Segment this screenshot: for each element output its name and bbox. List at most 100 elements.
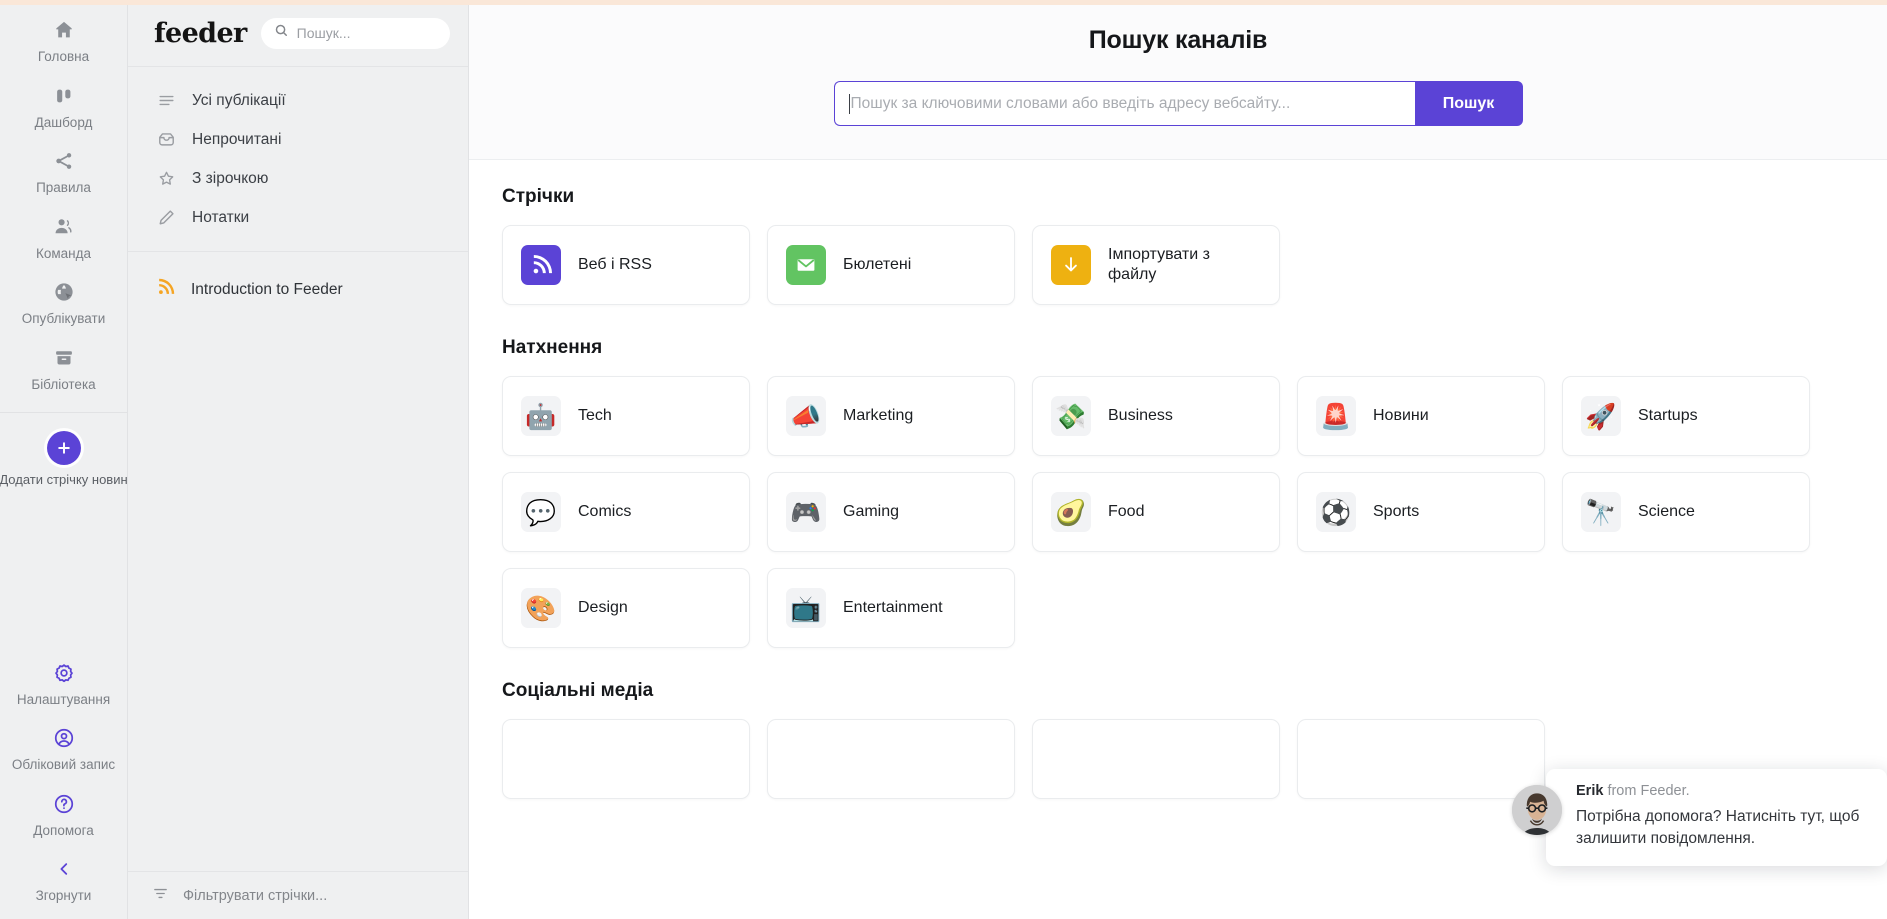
card-label: Marketing — [843, 407, 914, 424]
card-label: Веб і RSS — [578, 256, 652, 273]
card-label: Startups — [1638, 407, 1698, 424]
rail-item-dashboard[interactable]: Дашборд — [0, 74, 127, 140]
card-science[interactable]: 🔭 Science — [1562, 472, 1810, 552]
envelope-icon — [786, 245, 826, 285]
account-circle-icon — [53, 725, 75, 751]
rail-item-label: Дашборд — [34, 114, 93, 130]
card-label: Business — [1108, 407, 1173, 424]
top-accent-strip — [0, 0, 1887, 5]
soccer-ball-emoji-icon: ⚽ — [1316, 492, 1356, 532]
panel-nav: Усі публікації Непрочитані З зірочкою Но… — [128, 67, 468, 252]
add-feed-button[interactable]: Додати стрічку новин — [0, 413, 128, 497]
download-arrow-icon — [1051, 245, 1091, 285]
card-label: Entertainment — [843, 599, 943, 616]
publish-globe-icon — [53, 279, 75, 305]
rocket-emoji-icon: 🚀 — [1581, 396, 1621, 436]
library-archive-icon — [53, 345, 75, 371]
panel-search-input[interactable]: Пошук... — [260, 17, 450, 49]
panel-search-placeholder: Пошук... — [296, 25, 351, 41]
artist-palette-emoji-icon: 🎨 — [521, 588, 561, 628]
card-social-placeholder[interactable] — [1297, 719, 1545, 799]
panel-nav-unread[interactable]: Непрочитані — [128, 120, 468, 159]
card-grid: 🤖 Tech 📣 Marketing 💸 Business 🚨 Новини 🚀… — [502, 376, 1887, 648]
section-feeds: Стрічки Веб і RSS Бюлетені Імпортувати з… — [502, 186, 1887, 305]
rail-item-label: Правила — [36, 180, 91, 196]
search-icon — [274, 23, 289, 43]
card-entertainment[interactable]: 📺 Entertainment — [767, 568, 1015, 648]
section-inspiration: Натхнення 🤖 Tech 📣 Marketing 💸 Business — [502, 337, 1887, 648]
section-title: Натхнення — [502, 337, 603, 358]
rail-item-label: Налаштування — [16, 691, 111, 707]
robot-emoji-icon: 🤖 — [521, 396, 561, 436]
rail-bottom-group: Налаштування Обліковий запис Допомога Зг… — [0, 651, 127, 919]
panel-feed-list: Introduction to Feeder — [128, 252, 468, 311]
rail-item-help[interactable]: Допомога — [0, 782, 127, 848]
card-business[interactable]: 💸 Business — [1032, 376, 1280, 456]
dashboard-icon — [53, 83, 75, 109]
search-button[interactable]: Пошук — [1414, 81, 1523, 126]
card-label: Sports — [1373, 503, 1420, 520]
rail-item-publish[interactable]: Опублікувати — [0, 270, 127, 336]
rail-item-rules[interactable]: Правила — [0, 139, 127, 205]
page-title: Пошук каналів — [1088, 26, 1268, 54]
chat-message: Потрібна допомога? Натисніть тут, щоб за… — [1576, 808, 1860, 847]
card-label: Бюлетені — [843, 256, 912, 273]
card-label: Food — [1108, 503, 1145, 520]
card-food[interactable]: 🥑 Food — [1032, 472, 1280, 552]
panel-nav-label: Нотатки — [192, 208, 250, 226]
panel-nav-notes[interactable]: Нотатки — [128, 198, 468, 237]
rail-item-collapse[interactable]: Згорнути — [0, 847, 127, 913]
panel-nav-starred[interactable]: З зірочкою — [128, 159, 468, 198]
card-newsletters[interactable]: Бюлетені — [767, 225, 1015, 305]
inbox-icon — [156, 130, 176, 149]
card-label: Імпортувати з файлу — [1108, 246, 1210, 283]
megaphone-emoji-icon: 📣 — [786, 396, 826, 436]
card-social-placeholder[interactable] — [767, 719, 1015, 799]
chat-sender-suffix: from Feeder. — [1603, 783, 1690, 799]
rail-item-label: Команда — [35, 245, 91, 261]
rail-item-team[interactable]: Команда — [0, 205, 127, 271]
primary-nav-rail: Головна Дашборд Правила Команда Опубліку… — [0, 0, 128, 919]
feed-item-label: Introduction to Feeder — [191, 281, 343, 298]
panel-nav-label: Непрочитані — [192, 130, 282, 148]
add-feed-label: Додати стрічку новин — [0, 472, 128, 488]
chat-sender-name: Erik — [1576, 783, 1604, 799]
feeder-logo[interactable]: feeder — [154, 18, 247, 49]
card-marketing[interactable]: 📣 Marketing — [767, 376, 1015, 456]
list-item[interactable]: Introduction to Feeder — [128, 269, 468, 311]
rail-item-settings[interactable]: Налаштування — [0, 651, 127, 717]
rail-item-label: Згорнути — [35, 888, 92, 904]
card-gaming[interactable]: 🎮 Gaming — [767, 472, 1015, 552]
chat-bubble[interactable]: Erik from Feeder. Потрібна допомога? Нат… — [1546, 769, 1887, 866]
rail-item-label: Опублікувати — [21, 311, 106, 327]
filter-icon — [152, 885, 169, 907]
pencil-icon — [156, 208, 176, 227]
rail-item-library[interactable]: Бібліотека — [0, 336, 127, 402]
panel-nav-all-posts[interactable]: Усі публікації — [128, 81, 468, 120]
card-comics[interactable]: 💬 Comics — [502, 472, 750, 552]
gear-icon — [53, 660, 75, 686]
card-label: Comics — [578, 503, 632, 520]
card-design[interactable]: 🎨 Design — [502, 568, 750, 648]
chat-sender: Erik from Feeder. — [1576, 783, 1869, 799]
money-emoji-icon: 💸 — [1051, 396, 1091, 436]
card-import-file[interactable]: Імпортувати з файлу — [1032, 225, 1280, 305]
section-title: Соціальні медіа — [502, 680, 654, 701]
chat-notification[interactable]: Erik from Feeder. Потрібна допомога? Нат… — [1512, 769, 1887, 866]
card-web-rss[interactable]: Веб і RSS — [502, 225, 750, 305]
card-social-placeholder[interactable] — [1032, 719, 1280, 799]
card-tech[interactable]: 🤖 Tech — [502, 376, 750, 456]
rail-item-home[interactable]: Головна — [0, 8, 127, 74]
card-startups[interactable]: 🚀 Startups — [1562, 376, 1810, 456]
rail-item-label: Допомога — [33, 822, 94, 838]
card-sports[interactable]: ⚽ Sports — [1297, 472, 1545, 552]
rail-item-account[interactable]: Обліковий запис — [0, 716, 127, 782]
card-label: Science — [1638, 503, 1695, 520]
app-root: Головна Дашборд Правила Команда Опубліку… — [0, 0, 1887, 919]
card-label: Tech — [578, 407, 612, 424]
card-social-placeholder[interactable] — [502, 719, 750, 799]
plus-icon — [46, 431, 81, 466]
discover-search-input[interactable]: Пошук за ключовими словами або введіть а… — [833, 81, 1415, 126]
filter-feeds-row[interactable]: Фільтрувати стрічки... — [128, 871, 468, 919]
card-news[interactable]: 🚨 Новини — [1297, 376, 1545, 456]
